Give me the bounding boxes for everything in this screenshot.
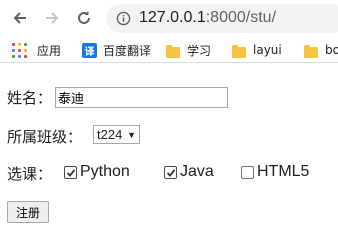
bookmark-folder-study[interactable]: 学习 <box>166 41 211 59</box>
bookmark-folder-layui[interactable]: layui <box>232 41 282 59</box>
url-host: 127.0.0.1 <box>139 9 206 26</box>
back-button[interactable] <box>8 6 32 30</box>
python-label: Python <box>80 163 130 180</box>
translate-icon: 译 <box>82 42 97 58</box>
browser-toolbar: 127.0.0.1:8000/stu/ <box>0 0 338 37</box>
java-checkbox[interactable] <box>164 166 177 179</box>
registration-form: 姓名： 所属班级： t224 ▼ 选课： Python Java HTML5 注… <box>0 63 338 246</box>
class-select[interactable]: t224 ▼ <box>93 125 140 144</box>
class-label: 所属班级： <box>7 128 83 146</box>
dropdown-arrow-icon: ▼ <box>127 129 136 140</box>
forward-button[interactable] <box>40 6 64 30</box>
bookmark-apps[interactable]: 应用 <box>12 41 61 59</box>
url-text: 127.0.0.1:8000/stu/ <box>139 9 276 27</box>
html5-label: HTML5 <box>257 163 310 180</box>
name-input[interactable] <box>55 87 228 108</box>
bookmarks-bar: 应用 译 百度翻译 学习 layui boo <box>0 37 338 63</box>
folder-icon <box>304 44 318 58</box>
bookmark-layui-label: layui <box>253 43 282 57</box>
reload-icon <box>78 11 90 24</box>
checkmark-icon <box>66 168 75 177</box>
bookmark-translate-label: 百度翻译 <box>103 43 152 58</box>
register-button[interactable]: 注册 <box>7 201 49 223</box>
bookmark-apps-label: 应用 <box>37 43 62 58</box>
html5-checkbox[interactable] <box>241 166 254 179</box>
apps-grid-icon <box>12 42 27 58</box>
python-checkbox[interactable] <box>64 166 77 179</box>
course-label: 选课： <box>7 165 53 183</box>
bookmark-folder-boot[interactable]: boo <box>304 41 338 59</box>
bookmark-baidu-translate[interactable]: 译 百度翻译 <box>82 41 151 59</box>
bookmark-study-label: 学习 <box>187 43 212 58</box>
url-path: :8000/stu/ <box>205 9 277 26</box>
address-bar[interactable]: 127.0.0.1:8000/stu/ <box>106 4 338 33</box>
name-label: 姓名： <box>7 89 53 107</box>
reload-button[interactable] <box>72 6 96 30</box>
class-select-value: t224 <box>97 127 123 142</box>
java-label: Java <box>180 163 214 180</box>
folder-icon <box>232 44 246 58</box>
folder-icon <box>166 44 180 58</box>
back-arrow-icon <box>13 12 26 24</box>
forward-arrow-icon <box>46 12 59 24</box>
bookmark-boot-label: boo <box>325 43 338 57</box>
checkmark-icon <box>166 168 175 177</box>
info-icon[interactable] <box>116 11 131 26</box>
